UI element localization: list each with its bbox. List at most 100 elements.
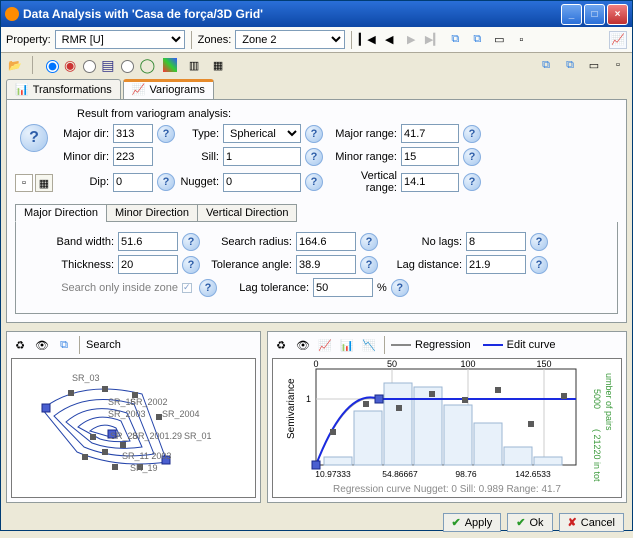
ok-button[interactable]: ✔ Ok [507,513,552,532]
eye2-icon[interactable]: 👁 [294,336,312,354]
chart-launch-icon[interactable]: 📈 [609,31,627,49]
svg-text:SR_03: SR_03 [72,373,100,383]
nugget-label: Nugget: [179,176,219,188]
tab-variograms-label: Variograms [149,84,204,96]
page-small-icon[interactable]: ▫ [15,174,33,192]
band-width-input[interactable] [118,232,178,251]
help-icon[interactable]: ? [360,256,378,274]
no-lags-input[interactable] [466,232,526,251]
edit-curve-label: Edit curve [507,339,556,351]
maximize-button[interactable]: □ [584,4,605,25]
paste2-icon[interactable]: ⧉ [561,56,579,74]
variogram-chart[interactable]: 050100150 1 [272,358,622,498]
minor-dir-label: Minor dir: [59,151,109,163]
help-icon[interactable]: ? [182,233,200,251]
copy-icon[interactable]: ⧉ [446,31,464,49]
major-dir-label: Major dir: [59,128,109,140]
subtab-minor[interactable]: Minor Direction [106,204,198,222]
help-icon[interactable]: ? [360,233,378,251]
lag-distance-input[interactable] [466,255,526,274]
x-icon: ✘ [568,516,577,529]
copy2-icon[interactable]: ⧉ [537,56,555,74]
help-icon[interactable]: ? [391,279,409,297]
app-icon [5,7,19,21]
recycle2-icon[interactable]: ♻ [272,336,290,354]
search-radius-input[interactable] [296,232,356,251]
help-icon[interactable]: ? [463,148,481,166]
view-mode-radios[interactable]: ◉ ▤ ◯ [41,57,155,74]
page2-icon[interactable]: ▫ [609,56,627,74]
variogram-map-view[interactable]: SR_03SR_16SR_2002 SR_2003SR_2004 SR_28SR… [11,358,256,498]
help-icon[interactable]: ? [463,173,481,191]
tolerance-label: Tolerance angle: [204,259,292,271]
grid-small-icon[interactable]: ▦ [35,174,53,192]
close-button[interactable]: × [607,4,628,25]
minor-dir-input[interactable] [113,147,153,166]
nav-last-icon[interactable]: ▶▎ [424,31,442,49]
tolerance-input[interactable] [296,255,356,274]
bars-icon[interactable]: 📉 [360,336,378,354]
nav-next-icon[interactable]: ▶ [402,31,420,49]
help-icon[interactable]: ? [305,173,323,191]
type-select[interactable]: Spherical [223,124,301,143]
help-icon[interactable]: ? [463,125,481,143]
svg-text:98.76: 98.76 [455,469,477,479]
apply-button[interactable]: ✔ Apply [443,513,502,532]
help-icon[interactable]: ? [530,256,548,274]
check-icon: ✔ [452,516,461,529]
minimize-button[interactable]: _ [561,4,582,25]
tune-icon[interactable]: 📊 [338,336,356,354]
copy3-icon[interactable]: ⧉ [55,336,73,354]
nugget-input[interactable] [223,173,301,192]
window-icon[interactable]: ▭ [490,31,508,49]
major-range-input[interactable] [401,124,459,143]
eye-icon[interactable]: 👁 [33,336,51,354]
svg-text:1: 1 [306,394,311,404]
minor-range-input[interactable] [401,147,459,166]
settings-icon[interactable]: ▥ [185,56,203,74]
open-icon[interactable]: 📂 [6,56,24,74]
nav-first-icon[interactable]: ▎◀ [358,31,376,49]
svg-text:50: 50 [387,359,397,369]
help-icon[interactable]: ? [199,279,217,297]
window2-icon[interactable]: ▭ [585,56,603,74]
nav-prev-icon[interactable]: ◀ [380,31,398,49]
lag-tolerance-input[interactable] [313,278,373,297]
cancel-button[interactable]: ✘ Cancel [559,513,624,532]
vertical-range-input[interactable] [401,173,459,192]
paste-icon[interactable]: ⧉ [468,31,486,49]
svg-text:0: 0 [313,359,318,369]
tab-transformations[interactable]: 📊 Transformations [6,79,121,99]
svg-text:142.6533: 142.6533 [515,469,551,479]
help-main-icon[interactable]: ? [20,124,48,152]
svg-text:5000: 5000 [592,389,602,409]
recycle-icon[interactable]: ♻ [11,336,29,354]
help-icon[interactable]: ? [157,125,175,143]
dip-input[interactable] [113,173,153,192]
help-icon[interactable]: ? [530,233,548,251]
property-label: Property: [6,34,51,46]
svg-text:SR_11 2003: SR_11 2003 [122,451,171,461]
calendar-icon[interactable]: ▦ [209,56,227,74]
zones-select[interactable]: Zone 2 [235,30,345,49]
subtab-vertical[interactable]: Vertical Direction [197,204,298,222]
page-icon[interactable]: ▫ [512,31,530,49]
help-icon[interactable]: ? [305,125,323,143]
help-icon[interactable]: ? [305,148,323,166]
property-select[interactable]: RMR [U] [55,30,185,49]
vertical-range-label: Vertical range: [327,170,397,194]
sill-label: Sill: [179,151,219,163]
help-icon[interactable]: ? [157,173,175,191]
grid-color-icon[interactable] [161,56,179,74]
subtab-major[interactable]: Major Direction [15,204,107,222]
help-icon[interactable]: ? [182,256,200,274]
thickness-input[interactable] [118,255,178,274]
search-zone-label: Search only inside zone [46,282,178,294]
tab-variograms[interactable]: 📈 Variograms [123,79,214,99]
sill-input[interactable] [223,147,301,166]
chart-icon[interactable]: 📈 [316,336,334,354]
lag-distance-label: Lag distance: [382,259,462,271]
major-dir-input[interactable] [113,124,153,143]
zones-label: Zones: [198,34,232,46]
search-zone-checkbox [182,283,192,293]
